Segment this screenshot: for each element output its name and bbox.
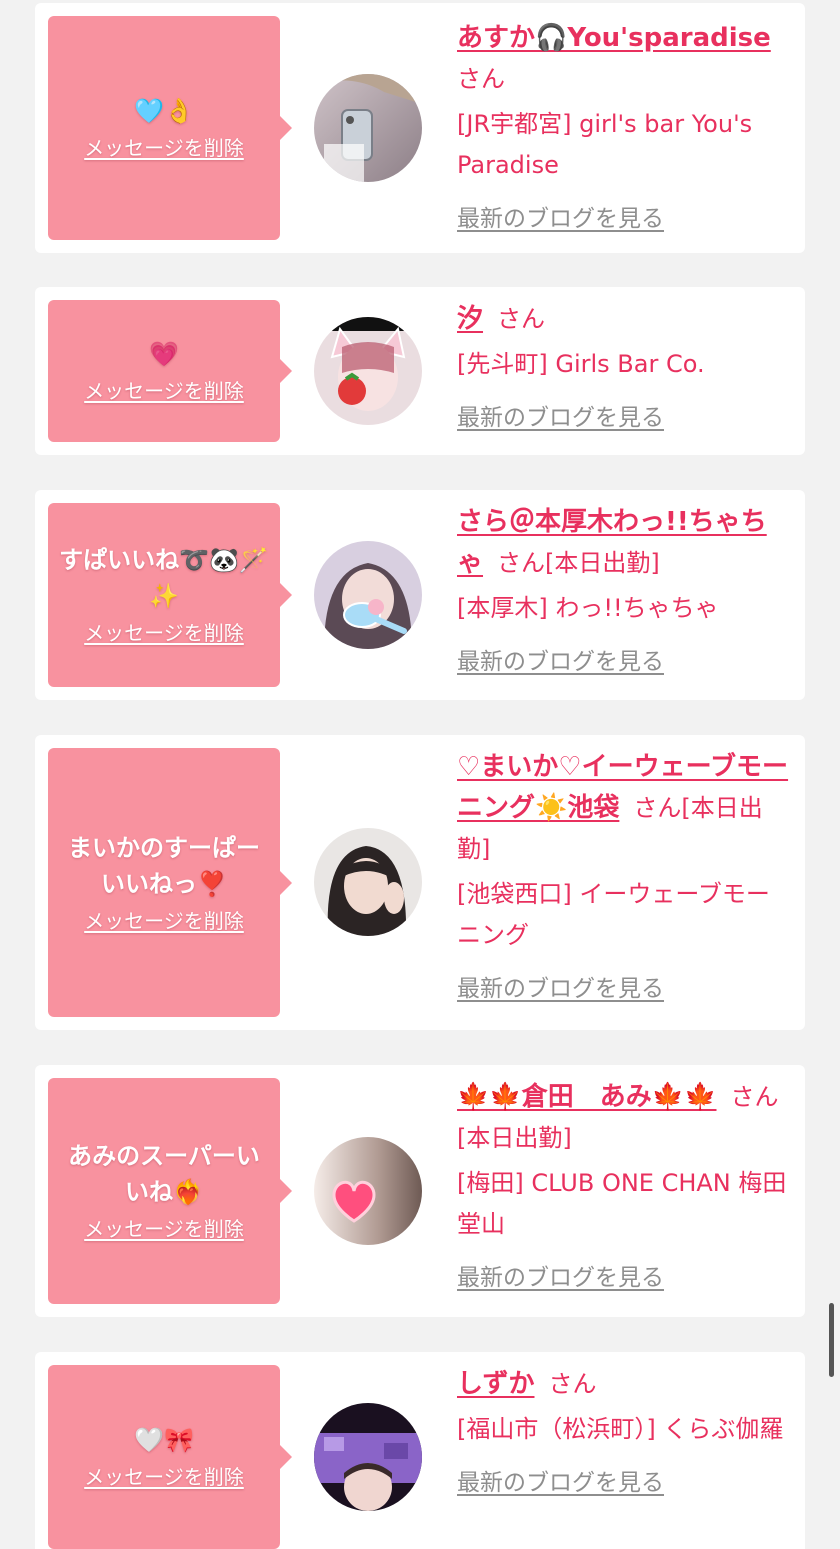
message-text: 💗	[149, 340, 179, 368]
message-bubble: 💗 メッセージを削除	[48, 300, 292, 442]
message-bubble: まいかのすーぱーいいねっ❣️ メッセージを削除	[48, 748, 292, 1017]
delete-message-link[interactable]: メッセージを削除	[84, 133, 244, 163]
shop-name: [先斗町] Girls Bar Co.	[457, 350, 705, 378]
honorific: さん	[497, 549, 546, 577]
message-text: まいかのすーぱーいいねっ❣️	[68, 833, 260, 898]
message-text: 🩵👌	[134, 97, 194, 125]
cast-name-link[interactable]: しずか	[457, 1369, 534, 1399]
blog-link[interactable]: 最新のブログを見る	[457, 1463, 664, 1504]
message-feed: 🩵👌 メッセージを削除 あすか🎧You'sparadise さん [JR宇都宮]…	[0, 0, 840, 1549]
cast-name-link[interactable]: 🍁🍁倉田 あみ🍁🍁	[457, 1082, 717, 1112]
honorific: さん	[457, 65, 505, 93]
message-bubble: 🩵👌 メッセージを削除	[48, 16, 292, 240]
message-text: すぱいいね➰🐼🪄✨	[59, 546, 269, 610]
avatar[interactable]	[314, 1137, 422, 1245]
cast-info: 汐さん [先斗町] Girls Bar Co. 最新のブログを見る	[457, 299, 792, 439]
blog-link[interactable]: 最新のブログを見る	[457, 398, 664, 439]
avatar-photo-icon	[314, 1403, 422, 1511]
avatar[interactable]	[314, 541, 422, 649]
cast-info: さら＠本厚木わっ!!ちゃちゃ さん[本日出勤] [本厚木] わっ!!ちゃちゃ 最新…	[457, 502, 792, 683]
cast-info: 🍁🍁倉田 あみ🍁🍁 さん [本日出勤] [梅田] CLUB ONE CHAN 梅田堂…	[457, 1077, 792, 1299]
attendance-status: [本日出勤]	[545, 549, 660, 577]
list-item: 🩵👌 メッセージを削除 あすか🎧You'sparadise さん [JR宇都宮]…	[35, 3, 805, 253]
avatar[interactable]	[314, 828, 422, 936]
list-item: 🤍🎀 メッセージを削除 しずか さん [福山市（松浜町）] くらぶ伽羅 最新のブロ…	[35, 1352, 805, 1549]
shop-name: [本厚木] わっ!!ちゃちゃ	[457, 594, 719, 622]
attendance-status: [本日出勤]	[457, 1124, 572, 1152]
honorific: さん	[548, 1370, 597, 1398]
blog-link[interactable]: 最新のブログを見る	[457, 642, 664, 683]
list-item: すぱいいね➰🐼🪄✨ メッセージを削除 さら＠本厚木わっ!!ちゃちゃ さん[本日出勤…	[35, 490, 805, 700]
avatar-photo-icon	[314, 74, 422, 182]
avatar-photo-icon	[314, 541, 422, 649]
message-text: 🤍🎀	[134, 1426, 194, 1454]
delete-message-link[interactable]: メッセージを削除	[84, 1214, 244, 1244]
cast-info: あすか🎧You'sparadise さん [JR宇都宮] girl's bar …	[457, 18, 792, 240]
cast-name-link[interactable]: あすか🎧You'sparadise	[457, 23, 771, 53]
honorific: さん	[730, 1083, 779, 1111]
cast-info: ♡まいか♡イーウェーブモーニング☀️池袋 さん[本日出勤] [池袋西口] イーウェ…	[457, 747, 792, 1010]
list-item: 💗 メッセージを削除 汐さん [先斗町] Girls Bar Co. 最新のブロ…	[35, 287, 805, 455]
honorific: さん	[633, 794, 682, 822]
delete-message-link[interactable]: メッセージを削除	[84, 906, 244, 936]
blog-link[interactable]: 最新のブログを見る	[457, 199, 664, 240]
delete-message-link[interactable]: メッセージを削除	[84, 1462, 244, 1492]
message-bubble: すぱいいね➰🐼🪄✨ メッセージを削除	[48, 503, 292, 687]
blog-link[interactable]: 最新のブログを見る	[457, 969, 664, 1010]
cast-info: しずか さん [福山市（松浜町）] くらぶ伽羅 最新のブログを見る	[457, 1364, 792, 1504]
cast-name-link[interactable]: 汐	[457, 304, 483, 334]
shop-name: [池袋西口] イーウェーブモーニング	[457, 880, 770, 949]
avatar-photo-icon	[314, 317, 422, 425]
shop-name: [JR宇都宮] girl's bar You's Paradise	[457, 110, 753, 179]
message-text: あみのスーパーいいね❤️‍🔥	[68, 1142, 260, 1206]
avatar-photo-icon	[314, 828, 422, 936]
avatar-photo-icon	[314, 1137, 422, 1245]
honorific: さん	[497, 305, 546, 333]
message-bubble: 🤍🎀 メッセージを削除	[48, 1365, 292, 1549]
shop-name: [梅田] CLUB ONE CHAN 梅田堂山	[457, 1169, 787, 1238]
avatar[interactable]	[314, 1403, 422, 1511]
blog-link[interactable]: 最新のブログを見る	[457, 1258, 664, 1299]
shop-name: [福山市（松浜町）] くらぶ伽羅	[457, 1415, 784, 1443]
avatar[interactable]	[314, 317, 422, 425]
avatar[interactable]	[314, 74, 422, 182]
delete-message-link[interactable]: メッセージを削除	[84, 618, 244, 648]
list-item: まいかのすーぱーいいねっ❣️ メッセージを削除 ♡まいか♡イーウェーブモーニング…	[35, 735, 805, 1030]
message-bubble: あみのスーパーいいね❤️‍🔥 メッセージを削除	[48, 1078, 292, 1304]
delete-message-link[interactable]: メッセージを削除	[84, 376, 244, 406]
scrollbar[interactable]	[829, 1303, 834, 1377]
list-item: あみのスーパーいいね❤️‍🔥 メッセージを削除 🍁🍁倉田 あみ🍁🍁 さん [本日出勤…	[35, 1065, 805, 1317]
